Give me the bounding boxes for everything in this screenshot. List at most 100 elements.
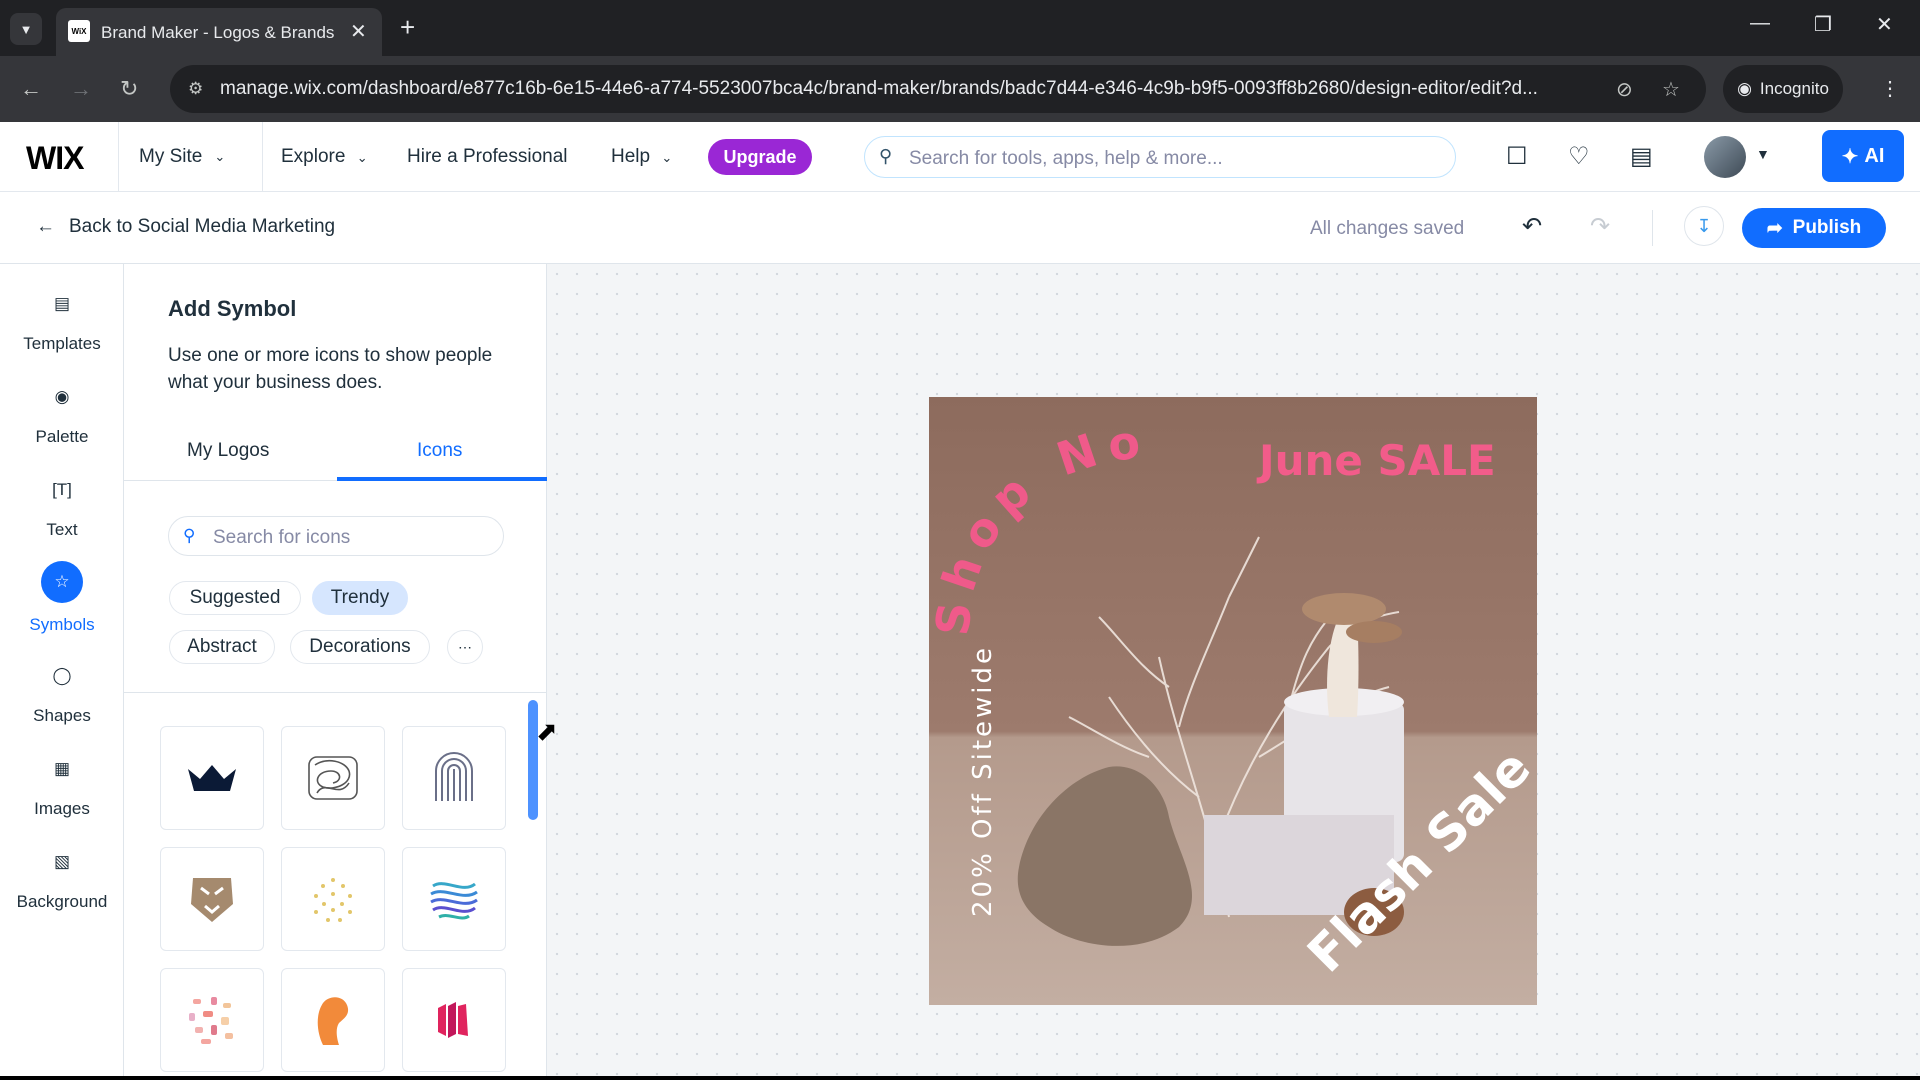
chip-decorations[interactable]: Decorations	[290, 630, 430, 664]
nav-help[interactable]: Help ⌄	[611, 146, 672, 168]
add-symbol-panel: Add Symbol Use one or more icons to show…	[124, 264, 547, 1080]
restore-icon[interactable]: ❐	[1814, 12, 1832, 37]
icon-tile-dots[interactable]	[281, 847, 385, 951]
rail-item-background[interactable]: ▧ Background	[0, 844, 124, 912]
rail-item-templates[interactable]: ▤ Templates	[0, 286, 124, 354]
icon-tile-wave-globe[interactable]	[402, 847, 506, 951]
download-icon[interactable]: ↧	[1684, 206, 1724, 246]
more-chips-button[interactable]: ⋯	[447, 630, 483, 664]
news-icon[interactable]: ▤	[1630, 142, 1653, 171]
icon-tile-scribble[interactable]	[281, 726, 385, 830]
chip-suggested[interactable]: Suggested	[169, 581, 301, 615]
browser-menu-icon[interactable]: ⋮	[1880, 76, 1900, 101]
back-link-label: Back to Social Media Marketing	[69, 216, 336, 237]
eye-off-icon[interactable]: ⊘	[1616, 77, 1633, 102]
browser-tab[interactable]: WiX Brand Maker - Logos & Brands ✕	[56, 8, 382, 56]
address-bar: ← → ↻ ⚙ manage.wix.com/dashboard/e877c16…	[0, 56, 1920, 122]
incognito-icon: ◉	[1737, 79, 1752, 98]
design-artwork: Shop Now June SALE 20% Off Sitewide Flas…	[929, 397, 1537, 1005]
wix-favicon-icon: WiX	[68, 20, 90, 42]
wix-logo[interactable]: WIX	[26, 140, 84, 177]
site-selector-label: My Site	[139, 146, 203, 167]
icon-tile-fingerprint[interactable]	[402, 726, 506, 830]
chip-trendy[interactable]: Trendy	[312, 581, 408, 615]
divider	[1652, 210, 1653, 246]
back-arrow-icon[interactable]: ←	[20, 76, 42, 102]
background-icon: ▧	[53, 852, 71, 871]
tab-my-logos[interactable]: My Logos	[187, 440, 269, 462]
image-icon: ▦	[53, 759, 71, 778]
upgrade-button[interactable]: Upgrade	[708, 139, 812, 175]
chip-abstract[interactable]: Abstract	[169, 630, 275, 664]
site-selector[interactable]: My Site ⌄	[118, 122, 263, 192]
wave-globe-icon	[430, 882, 478, 920]
icon-tile-stripes[interactable]	[402, 968, 506, 1072]
ai-label: AI	[1864, 144, 1885, 167]
url-text: manage.wix.com/dashboard/e877c16b-6e15-4…	[220, 78, 1538, 99]
forward-arrow-icon[interactable]: →	[70, 76, 92, 102]
publish-button[interactable]: ➦ Publish	[1742, 208, 1886, 248]
lion-icon	[191, 878, 233, 922]
back-link[interactable]: ← Back to Social Media Marketing	[36, 216, 335, 238]
ai-button[interactable]: ✦ AI	[1822, 130, 1904, 182]
new-tab-icon[interactable]: +	[400, 12, 415, 43]
tab-title: Brand Maker - Logos & Brands	[101, 23, 335, 42]
redo-icon[interactable]: ↷	[1590, 212, 1610, 241]
icon-tile-confetti[interactable]	[160, 968, 264, 1072]
design-off-sitewide[interactable]: 20% Off Sitewide	[968, 645, 998, 917]
design-june-sale[interactable]: June SALE	[1256, 436, 1496, 485]
site-settings-icon[interactable]: ⚙	[188, 79, 203, 99]
chat-icon[interactable]: ☐	[1506, 142, 1528, 171]
bell-icon[interactable]: ♡	[1568, 142, 1590, 171]
minimize-icon[interactable]: —	[1750, 12, 1770, 35]
icon-search-input[interactable]: ⚲ Search for icons	[168, 516, 504, 556]
text-icon: [T]	[52, 480, 72, 499]
search-icon: ⚲	[879, 146, 893, 166]
crown-icon	[188, 765, 236, 791]
design-artboard[interactable]: Shop Now June SALE 20% Off Sitewide Flas…	[929, 397, 1537, 1005]
global-search-input[interactable]: ⚲ Search for tools, apps, help & more...	[864, 136, 1456, 178]
icon-tile-crown[interactable]	[160, 726, 264, 830]
chevron-down-icon: ▼	[19, 21, 33, 37]
dots-icon	[314, 878, 352, 922]
chevron-down-icon: ⌄	[214, 149, 226, 164]
nav-help-label: Help	[611, 146, 651, 167]
reload-icon[interactable]: ↻	[120, 76, 138, 102]
window-close-icon[interactable]: ✕	[1876, 12, 1893, 37]
editor-header: ← Back to Social Media Marketing All cha…	[0, 192, 1920, 264]
rail-item-text[interactable]: [T] Text	[0, 472, 124, 540]
tab-search-button[interactable]: ▼	[10, 13, 42, 45]
chevron-down-icon: ⌄	[356, 150, 368, 165]
panel-description: Use one or more icons to show people wha…	[168, 345, 493, 393]
undo-icon[interactable]: ↶	[1522, 212, 1542, 241]
taskbar-strip	[0, 1076, 1920, 1080]
rail-label: Templates	[23, 334, 101, 353]
fingerprint-icon	[435, 752, 473, 801]
rail-item-shapes[interactable]: ◯ Shapes	[0, 658, 124, 726]
global-search-placeholder: Search for tools, apps, help & more...	[909, 148, 1223, 169]
bookmark-star-icon[interactable]: ☆	[1662, 77, 1680, 102]
avatar[interactable]	[1704, 136, 1746, 178]
incognito-indicator[interactable]: ◉ Incognito	[1723, 65, 1843, 113]
chevron-down-icon[interactable]: ▼	[1756, 146, 1770, 162]
publish-label: Publish	[1792, 217, 1862, 238]
rail-item-images[interactable]: ▦ Images	[0, 751, 124, 819]
nav-hire-professional[interactable]: Hire a Professional	[407, 146, 568, 168]
chevron-down-icon: ⌄	[661, 150, 673, 165]
tab-icons[interactable]: Icons	[417, 440, 462, 462]
panel-title: Add Symbol	[168, 296, 297, 321]
nav-explore[interactable]: Explore ⌄	[281, 146, 368, 168]
rail-label: Text	[46, 520, 78, 539]
palette-icon: ◉	[54, 387, 70, 406]
url-field[interactable]: ⚙ manage.wix.com/dashboard/e877c16b-6e15…	[170, 65, 1706, 113]
scribble-icon	[308, 756, 358, 800]
rail-item-symbols[interactable]: ☆ Symbols	[0, 561, 124, 635]
icon-tile-lion[interactable]	[160, 847, 264, 951]
save-status: All changes saved	[1310, 218, 1465, 239]
icon-search-placeholder: Search for icons	[213, 527, 351, 548]
rail-label: Images	[34, 799, 90, 818]
rail-item-palette[interactable]: ◉ Palette	[0, 379, 124, 447]
icon-tile-flame[interactable]	[281, 968, 385, 1072]
close-tab-icon[interactable]: ✕	[350, 19, 367, 44]
rail-label: Background	[16, 892, 108, 911]
